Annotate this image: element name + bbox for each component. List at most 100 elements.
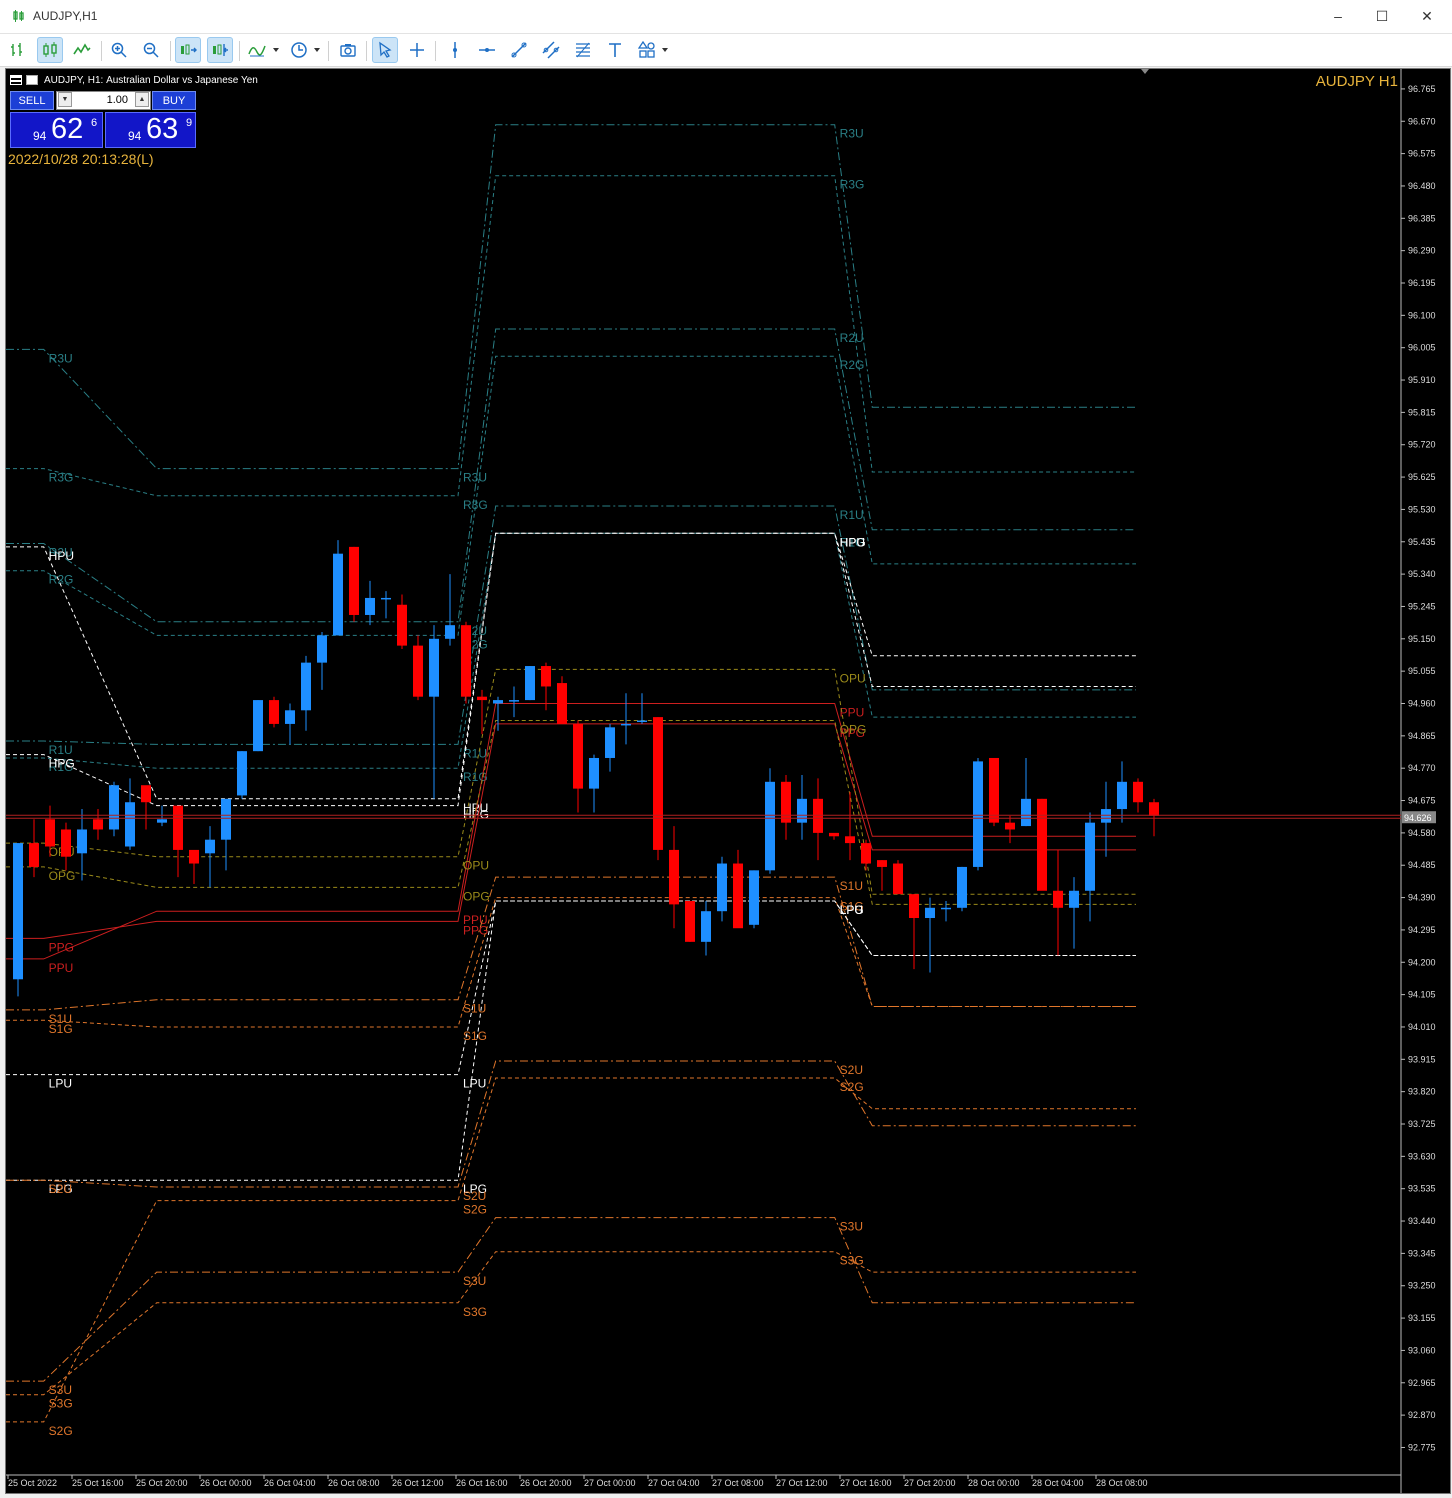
chart-window[interactable]: R3U R3U R3U R3G R3G R3G R2U R2U R2U R2G R2G R2G R1U R… xyxy=(5,68,1451,1494)
price-axis-label: 93.535 xyxy=(1408,1184,1436,1194)
sell-button[interactable]: SELL xyxy=(10,91,54,110)
candle-bull xyxy=(589,757,599,789)
vertical-line-button[interactable] xyxy=(442,37,468,63)
timeframes-dropdown-icon[interactable] xyxy=(314,48,320,52)
indicators-button[interactable] xyxy=(244,37,270,63)
chart-shift-button[interactable] xyxy=(207,37,233,63)
bar-chart-button[interactable] xyxy=(5,37,31,63)
level-label-r3u: R3U xyxy=(463,471,487,485)
time-axis-label: 27 Oct 12:00 xyxy=(776,1478,828,1488)
candle-bull xyxy=(1069,890,1079,908)
line-chart-button[interactable] xyxy=(69,37,95,63)
candle-bear xyxy=(45,819,55,847)
buy-price-pips: 63 xyxy=(146,113,179,145)
buy-button[interactable]: BUY xyxy=(152,91,196,110)
level-label-hpg: HPG xyxy=(49,757,75,771)
buy-price[interactable]: 94 63 9 xyxy=(105,112,196,148)
price-axis-label: 93.820 xyxy=(1408,1087,1436,1097)
candlestick-app-icon xyxy=(13,10,24,22)
price-axis-label: 96.385 xyxy=(1408,213,1436,223)
lot-increase-icon[interactable]: ▲ xyxy=(135,92,149,107)
candle-bull xyxy=(109,785,119,830)
candle-bull xyxy=(285,710,295,724)
one-click-trading-panel: SELL 1.00 ▼ ▲ BUY 94 62 6 94 63 9 xyxy=(10,91,196,149)
candle-bull xyxy=(301,662,311,711)
candle-bear xyxy=(653,717,663,850)
crosshair-button[interactable] xyxy=(404,37,430,63)
candle-bear xyxy=(173,805,183,850)
chart-menu-icon[interactable] xyxy=(10,75,22,85)
trendline-button[interactable] xyxy=(506,37,532,63)
level-label-r1g: R1G xyxy=(463,770,488,784)
candle-bear xyxy=(349,546,359,615)
sell-price[interactable]: 94 62 6 xyxy=(10,112,103,148)
timeframes-button[interactable] xyxy=(286,37,312,63)
channel-icon xyxy=(542,41,560,59)
level-line-s2u xyxy=(6,1060,1136,1188)
level-line-hpu xyxy=(6,532,1136,800)
candle-bear xyxy=(781,781,791,823)
level-label-lpu: LPU xyxy=(463,1077,486,1091)
level-label-s1u: S1U xyxy=(463,1002,486,1016)
price-axis-label: 93.915 xyxy=(1408,1054,1436,1064)
candle-bull xyxy=(605,727,615,758)
time-axis-label: 26 Oct 04:00 xyxy=(264,1478,316,1488)
level-label-ppu: PPU xyxy=(49,961,74,975)
level-label-hpu: HPU xyxy=(49,549,74,563)
level-label-s1g: S1G xyxy=(49,1022,73,1036)
cursor-button[interactable] xyxy=(372,37,398,63)
lot-decrease-icon[interactable]: ▼ xyxy=(58,92,72,107)
candle-bull xyxy=(797,798,807,823)
level-label-s2g: S2G xyxy=(49,1424,73,1438)
maximize-icon: ☐ xyxy=(1375,8,1389,24)
maximize-button[interactable]: ☐ xyxy=(1360,4,1404,28)
title-bar: AUDJPY,H1 – ☐ ✕ xyxy=(0,0,1452,34)
time-axis-label: 28 Oct 04:00 xyxy=(1032,1478,1084,1488)
candlestick-icon xyxy=(43,42,57,57)
screenshot-button[interactable] xyxy=(335,37,361,63)
vertical-line-icon xyxy=(453,42,457,58)
sell-price-pips: 62 xyxy=(51,113,84,145)
price-axis-label: 93.630 xyxy=(1408,1151,1436,1161)
candle-bull xyxy=(925,907,935,919)
text-button[interactable] xyxy=(602,37,628,63)
price-axis-label: 94.485 xyxy=(1408,860,1436,870)
candlestick-button[interactable] xyxy=(37,37,63,63)
level-label-s3u: S3U xyxy=(49,1383,72,1397)
channel-button[interactable] xyxy=(538,37,564,63)
autoscroll-button[interactable] xyxy=(175,37,201,63)
horizontal-line-button[interactable] xyxy=(474,37,500,63)
candle-bull xyxy=(749,870,759,925)
level-label-hpg: HPG xyxy=(840,535,866,549)
price-axis-label: 96.290 xyxy=(1408,246,1436,256)
price-chart[interactable]: R3UR3UR3UR3GR3GR3GR2UR2UR2UR2GR2GR2GR1U R… xyxy=(6,69,1450,1493)
horizontal-line-icon xyxy=(479,48,495,52)
price-axis-label: 95.435 xyxy=(1408,537,1436,547)
chart-header: AUDJPY, H1: Australian Dollar vs Japanes… xyxy=(10,73,258,87)
level-line-hpg xyxy=(6,532,1136,807)
chart-shift-marker-icon[interactable] xyxy=(1141,69,1149,74)
level-line-s3g xyxy=(6,1251,1136,1396)
chart-shift-icon xyxy=(213,44,228,56)
time-axis-label: 27 Oct 00:00 xyxy=(584,1478,636,1488)
shapes-button[interactable] xyxy=(634,37,660,63)
candle-bull xyxy=(205,839,215,854)
level-line-r2g xyxy=(6,355,1136,636)
shapes-dropdown-icon[interactable] xyxy=(662,48,668,52)
zoom-in-button[interactable] xyxy=(106,37,132,63)
price-axis-label: 96.100 xyxy=(1408,310,1436,320)
indicators-dropdown-icon[interactable] xyxy=(273,48,279,52)
indicators-icon xyxy=(248,45,266,57)
close-button[interactable]: ✕ xyxy=(1405,4,1449,28)
level-label-s2g: S2G xyxy=(840,1080,864,1094)
level-label-r1u: R1U xyxy=(463,746,487,760)
level-label-r2g: R2G xyxy=(840,358,865,372)
fibonacci-button[interactable] xyxy=(570,37,596,63)
chart-symbol: AUDJPY, H1: xyxy=(44,74,104,86)
zoom-out-button[interactable] xyxy=(138,37,164,63)
time-axis-label: 26 Oct 12:00 xyxy=(392,1478,444,1488)
candle-bull xyxy=(941,907,951,910)
candle-bull xyxy=(237,751,247,796)
candle-bull xyxy=(429,638,439,697)
minimize-button[interactable]: – xyxy=(1316,4,1360,28)
